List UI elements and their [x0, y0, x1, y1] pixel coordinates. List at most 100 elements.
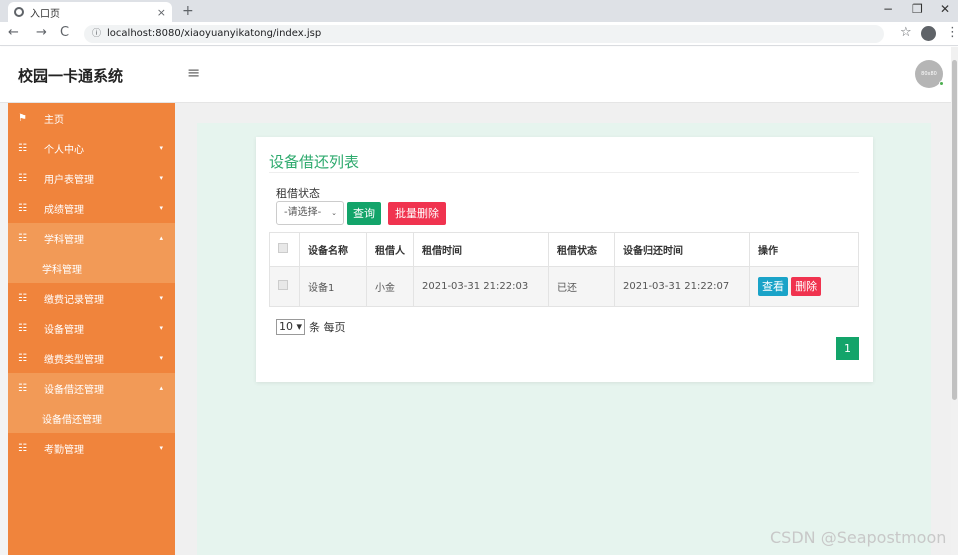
sidebar-item-label: 考勤管理: [44, 444, 84, 456]
page-title: 设备借还列表: [269, 153, 360, 171]
chevron-down-icon: ▾: [296, 320, 303, 333]
borrow-table: 设备名称 租借人 租借时间 租借状态 设备归还时间 操作 设备1 小金 2021…: [269, 232, 859, 307]
chevron-up-icon: ▴: [159, 234, 163, 242]
chevron-down-icon: ▾: [159, 174, 163, 182]
chevron-down-icon: ▾: [159, 144, 163, 152]
grid-icon: ☷: [18, 352, 27, 364]
minimize-icon[interactable]: −: [883, 2, 893, 16]
chevron-down-icon: ⌄: [331, 209, 337, 217]
grid-icon: ☷: [18, 172, 27, 184]
sidebar-item-label: 缴费类型管理: [44, 354, 104, 366]
grid-icon: ☷: [18, 142, 27, 154]
grid-icon: ☷: [18, 292, 27, 304]
borrower-cell: 小金: [366, 266, 414, 307]
avatar-text: 80x80: [921, 71, 937, 77]
sidebar-subitem[interactable]: 学科管理: [8, 253, 175, 283]
delete-button[interactable]: 删除: [791, 277, 822, 296]
col-header: 设备名称: [299, 232, 367, 267]
sidebar-item[interactable]: ☷ 个人中心 ▾: [8, 133, 175, 163]
left-strip: [0, 103, 8, 555]
app-brand: 校园一卡通系统: [18, 67, 124, 85]
page-number-button[interactable]: 1: [836, 337, 859, 360]
col-header: 租借时间: [413, 232, 549, 267]
reload-icon[interactable]: C: [60, 25, 69, 40]
tab-close-icon[interactable]: ×: [157, 6, 166, 19]
device-name-cell: 设备1: [299, 266, 367, 307]
bookmark-star-icon[interactable]: ☆: [900, 25, 912, 40]
sidebar-item[interactable]: ☷ 学科管理 ▴: [8, 223, 175, 253]
browser-tab[interactable]: 入口页 ×: [8, 2, 172, 22]
batch-delete-button[interactable]: 批量删除: [388, 202, 446, 225]
sidebar-item[interactable]: ☷ 考勤管理 ▾: [8, 433, 175, 463]
grid-icon: ☷: [18, 202, 27, 214]
sidebar-item[interactable]: ☷ 成绩管理 ▾: [8, 193, 175, 223]
hamburger-menu-icon[interactable]: ≡: [187, 63, 200, 82]
return-time-cell: 2021-03-31 21:22:07: [614, 266, 750, 307]
status-select[interactable]: -请选择- ⌄: [276, 201, 344, 225]
status-cell: 已还: [548, 266, 615, 307]
tab-title: 入口页: [30, 8, 60, 20]
title-divider: [269, 172, 859, 173]
chevron-down-icon: ▾: [159, 204, 163, 212]
chevron-down-icon: ▾: [159, 294, 163, 302]
address-bar: ← → C ⓘ localhost:8080/xiaoyuanyikatong/…: [0, 22, 958, 46]
browser-tab-bar: 入口页 × + − ❐ ✕: [0, 0, 958, 22]
back-icon[interactable]: ←: [8, 25, 19, 40]
view-button[interactable]: 查看: [758, 277, 788, 296]
url-input[interactable]: ⓘ localhost:8080/xiaoyuanyikatong/index.…: [84, 25, 884, 43]
page-size-value: 10: [279, 320, 293, 333]
col-header: 租借状态: [548, 232, 615, 267]
browser-menu-icon[interactable]: ⋮: [946, 25, 958, 40]
page-size-control: 10 ▾ 条 每页: [276, 319, 346, 335]
sidebar-item[interactable]: ☷ 缴费记录管理 ▾: [8, 283, 175, 313]
forward-icon[interactable]: →: [36, 25, 47, 40]
select-all-checkbox[interactable]: [278, 243, 288, 253]
sidebar-item-label: 个人中心: [44, 144, 84, 156]
avatar[interactable]: 80x80: [915, 60, 944, 88]
profile-icon[interactable]: [921, 26, 936, 41]
page-size-select[interactable]: 10 ▾: [276, 319, 306, 335]
chevron-up-icon: ▴: [159, 384, 163, 392]
sidebar-subitem[interactable]: 设备借还管理: [8, 403, 175, 433]
col-header: 操作: [749, 232, 859, 267]
sidebar-item-label: 缴费记录管理: [44, 294, 104, 306]
scrollbar-thumb[interactable]: [952, 60, 957, 400]
sidebar: ⚑ 主页 ☷ 个人中心 ▾ ☷ 用户表管理 ▾ ☷ 成绩管理 ▾ ☷ 学科管理 ▴ 学科管理 ☷ 缴费记录管理 ▾…: [8, 103, 175, 555]
sidebar-item-label: 成绩管理: [44, 204, 84, 216]
table-row: 设备1 小金 2021-03-31 21:22:03 已还 2021-03-31…: [269, 266, 859, 307]
grid-icon: ☷: [18, 232, 27, 244]
actions-cell: 查看 删除: [749, 266, 859, 307]
window-close-icon[interactable]: ✕: [940, 2, 950, 16]
page-size-suffix: 条 每页: [309, 321, 346, 334]
select-all-cell: [269, 232, 300, 267]
flag-icon: ⚑: [18, 112, 27, 124]
status-select-value: -请选择-: [284, 207, 322, 218]
list-card: 设备借还列表 租借状态 -请选择- ⌄ 查询 批量删除 设备名称 租借人 租借时…: [256, 137, 873, 382]
borrow-time-cell: 2021-03-31 21:22:03: [413, 266, 549, 307]
sidebar-item[interactable]: ☷ 用户表管理 ▾: [8, 163, 175, 193]
maximize-icon[interactable]: ❐: [912, 2, 923, 16]
chevron-down-icon: ▾: [159, 444, 163, 452]
row-checkbox[interactable]: [278, 280, 288, 290]
col-header: 设备归还时间: [614, 232, 750, 267]
sidebar-item-label: 用户表管理: [44, 174, 94, 186]
watermark: CSDN @Seapostmoon: [770, 528, 947, 547]
sidebar-item[interactable]: ☷ 设备管理 ▾: [8, 313, 175, 343]
globe-icon: [14, 7, 24, 17]
grid-icon: ☷: [18, 322, 27, 334]
chevron-down-icon: ▾: [159, 354, 163, 362]
sidebar-item[interactable]: ⚑ 主页: [8, 103, 175, 133]
new-tab-button[interactable]: +: [182, 3, 194, 19]
row-select-cell: [269, 266, 300, 307]
info-icon[interactable]: ⓘ: [92, 25, 101, 43]
online-status-dot: [939, 81, 944, 86]
sidebar-item-label: 设备管理: [44, 324, 84, 336]
sidebar-item[interactable]: ☷ 缴费类型管理 ▾: [8, 343, 175, 373]
chevron-down-icon: ▾: [159, 324, 163, 332]
search-button[interactable]: 查询: [347, 202, 381, 225]
sidebar-item-label: 学科管理: [44, 234, 84, 246]
sidebar-item[interactable]: ☷ 设备借还管理 ▴: [8, 373, 175, 403]
grid-icon: ☷: [18, 382, 27, 394]
sidebar-item-label: 设备借还管理: [44, 384, 104, 396]
app-header: 校园一卡通系统 ≡ 80x80: [0, 47, 958, 103]
